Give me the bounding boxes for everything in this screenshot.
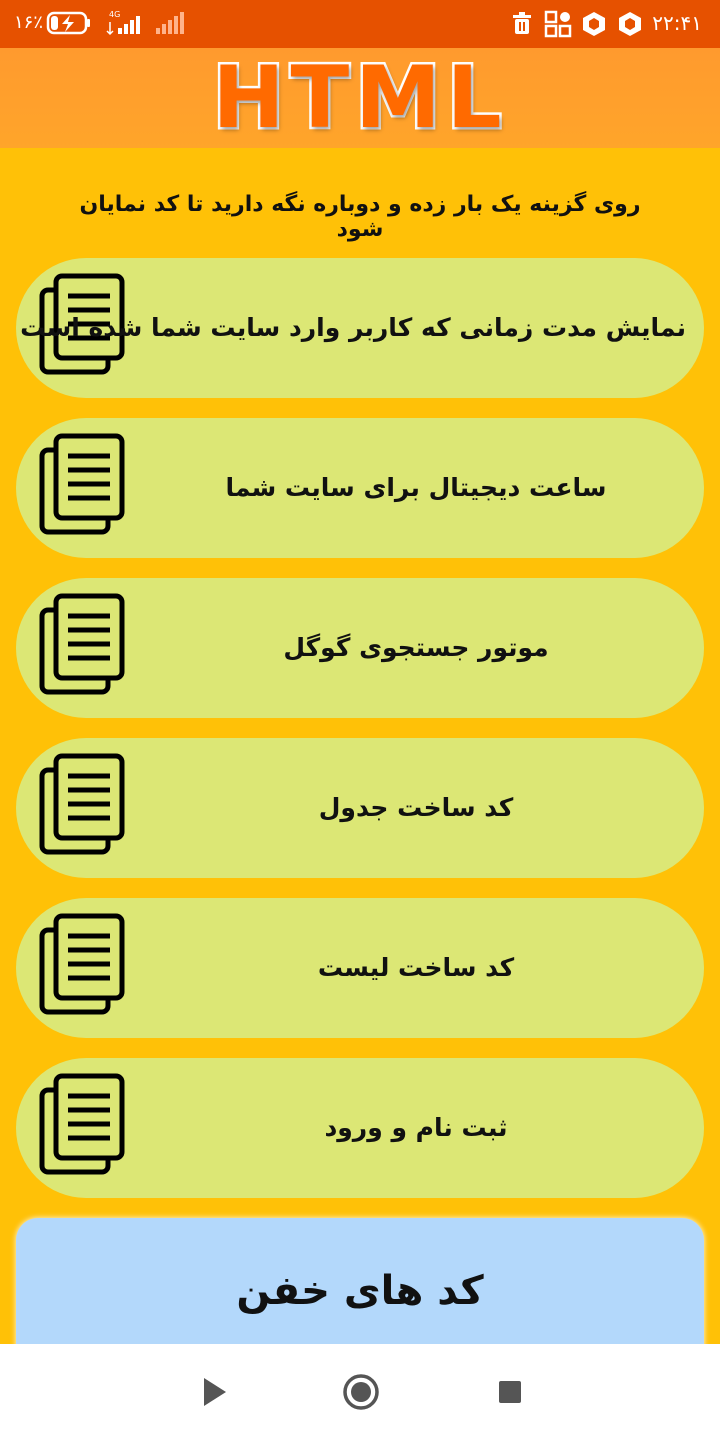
menu-item-table-code[interactable]: کد ساخت جدول	[16, 738, 704, 878]
clock: ۲۲:۴۱	[652, 11, 702, 35]
menu-item-google-search[interactable]: موتور جستجوی گوگل	[16, 578, 704, 718]
signal-icon	[156, 12, 184, 34]
menu-item-list-code[interactable]: کد ساخت لیست	[16, 898, 704, 1038]
status-bar: ۱۶٪ 4G ۲۲:۴۱	[0, 0, 720, 48]
document-copy-icon	[39, 913, 125, 1015]
hexagon-app-icon	[583, 12, 605, 36]
promo-label: کد های خفن	[236, 1268, 484, 1314]
document-copy-icon	[39, 433, 125, 535]
system-nav-bar	[0, 1344, 720, 1440]
menu-item-label: ثبت نام و ورود	[324, 1113, 508, 1142]
instruction-text: روی گزینه یک بار زده و دوباره نگه دارید …	[79, 192, 641, 242]
document-copy-icon	[39, 1073, 125, 1175]
recents-square-icon[interactable]	[488, 1370, 532, 1414]
back-play-icon[interactable]	[192, 1370, 236, 1414]
menu-item-label: کد ساخت لیست	[317, 953, 515, 982]
hexagon-app-icon	[619, 12, 641, 36]
menu-item-signup-login[interactable]: ثبت نام و ورود	[16, 1058, 704, 1198]
battery-percent: ۱۶٪	[14, 12, 44, 33]
signal-4g-icon: 4G	[106, 10, 140, 36]
page-title: HTML	[210, 46, 508, 151]
menu-item-visit-duration[interactable]: نمایش مدت زمانی که کاربر وارد سایت شما ش…	[16, 258, 704, 398]
apps-icon	[544, 10, 572, 38]
trash-icon	[513, 12, 531, 34]
document-copy-icon	[39, 593, 125, 695]
document-copy-icon	[39, 753, 125, 855]
menu-item-label: ساعت دیجیتال برای سایت شما	[225, 473, 607, 502]
menu-item-digital-clock[interactable]: ساعت دیجیتال برای سایت شما	[16, 418, 704, 558]
home-circle-icon[interactable]	[339, 1370, 383, 1414]
menu-item-label: موتور جستجوی گوگل	[283, 633, 549, 662]
menu-item-label: کد ساخت جدول	[318, 793, 514, 822]
menu-item-label: نمایش مدت زمانی که کاربر وارد سایت شما ش…	[20, 313, 686, 342]
battery-charging-icon	[46, 11, 90, 35]
network-label: 4G	[109, 10, 120, 19]
app-header: HTML	[0, 46, 720, 151]
